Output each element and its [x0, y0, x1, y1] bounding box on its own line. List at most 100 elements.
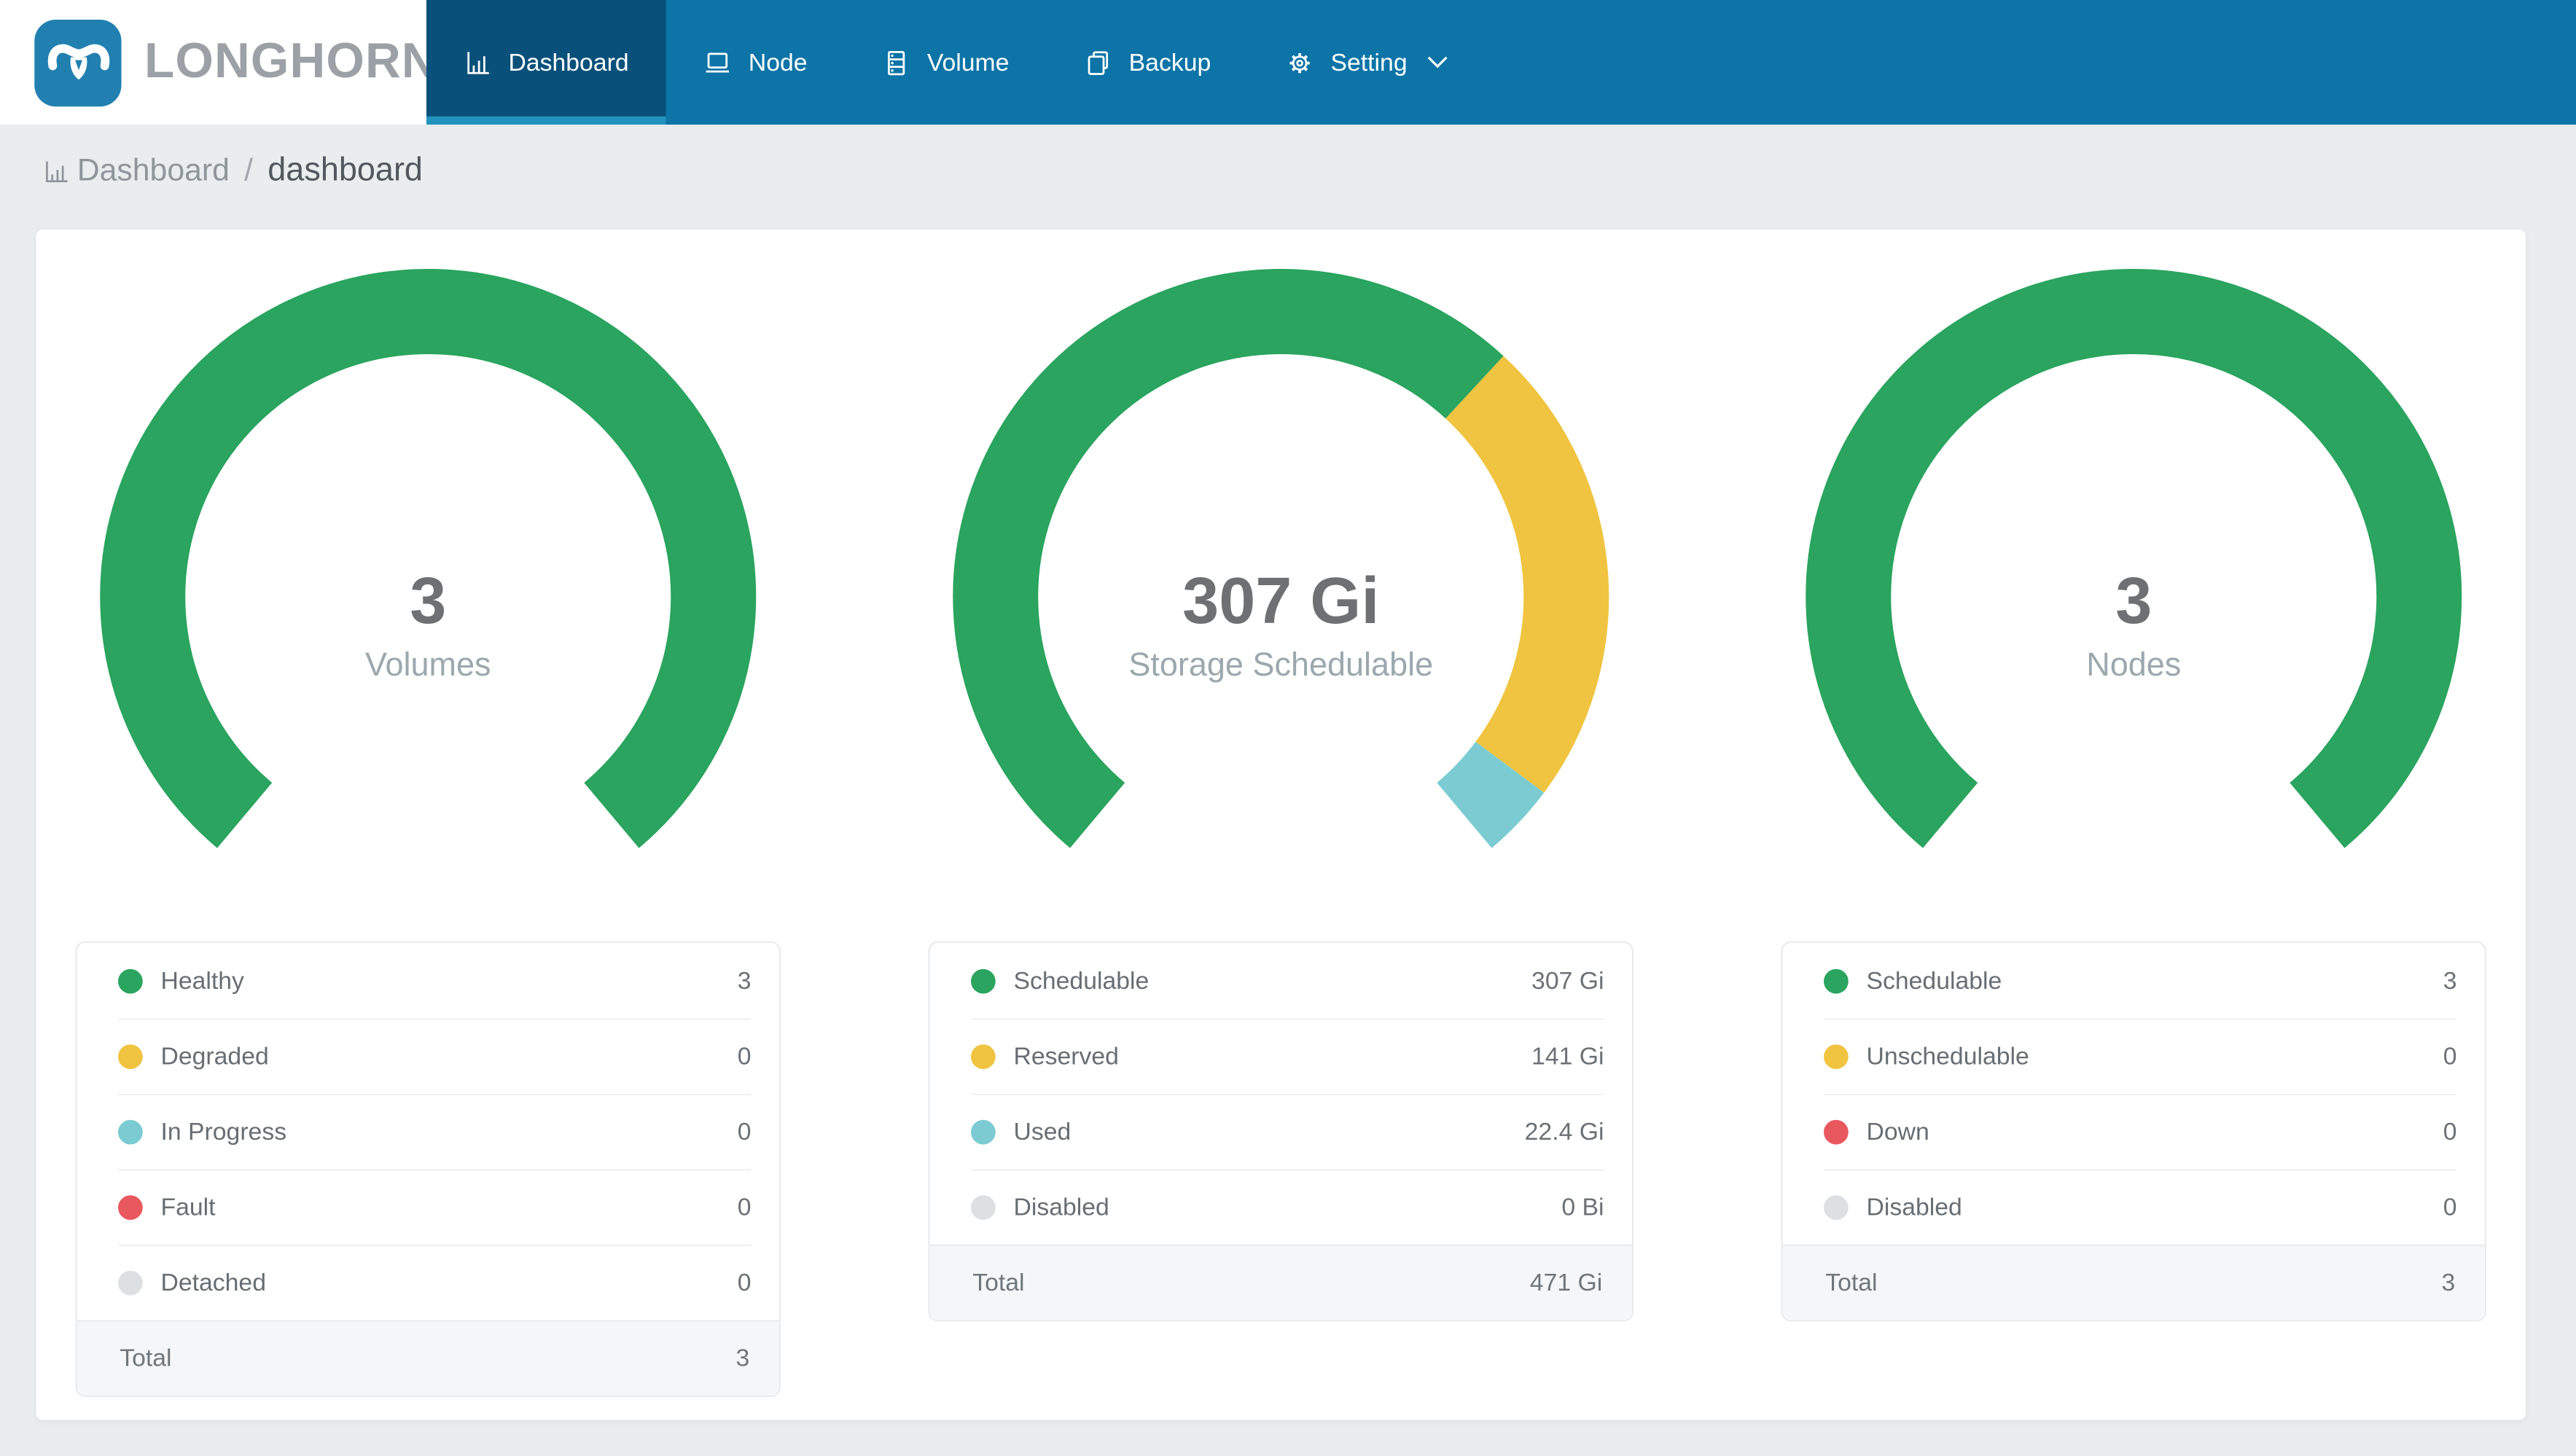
dashboard-card: 3 Volumes Healthy 3 Degraded 0 In Progress 0 F…: [36, 230, 2526, 1420]
status-dot-icon: [118, 1270, 143, 1296]
legend-value: 0: [2443, 1118, 2457, 1146]
legend-value: 141 Gi: [1531, 1043, 1604, 1071]
main-nav: Dashboard Node Volume Backup Setting: [426, 0, 1486, 125]
legend-label: Fault: [160, 1194, 216, 1222]
volumes-count: 3: [410, 565, 447, 638]
status-dot-icon: [1824, 1195, 1849, 1220]
legend-label: Disabled: [1866, 1194, 1962, 1222]
status-dot-icon: [971, 1044, 996, 1069]
legend-value: 0 Bi: [1561, 1194, 1604, 1222]
nav-item-label: Dashboard: [508, 48, 629, 77]
legend-label: Disabled: [1013, 1194, 1109, 1222]
legend-value: 307 Gi: [1531, 966, 1604, 995]
status-dot-icon: [118, 1044, 143, 1069]
nav-item-setting[interactable]: Setting: [1249, 0, 1486, 125]
nav-item-label: Setting: [1330, 48, 1408, 77]
status-dot-icon: [118, 1195, 143, 1220]
status-dot-icon: [118, 1119, 143, 1145]
legend-label: Used: [1013, 1118, 1072, 1146]
chevron-down-icon: [1427, 56, 1448, 69]
status-dot-icon: [1824, 968, 1849, 993]
legend-total-row: Total 3: [1782, 1244, 2485, 1320]
storage-legend-table: Schedulable 307 Gi Reserved 141 Gi Used 22.4 …: [928, 941, 1634, 1322]
legend-label: In Progress: [160, 1118, 287, 1146]
brand-logo[interactable]: LONGHORN: [0, 0, 437, 125]
legend-value: 3: [737, 966, 752, 995]
laptop-icon: [704, 48, 732, 76]
bar-chart-icon: [43, 157, 71, 185]
legend-row: In Progress 0: [118, 1093, 752, 1170]
breadcrumb-section[interactable]: Dashboard: [77, 153, 230, 189]
legend-row: Disabled 0 Bi: [971, 1169, 1604, 1245]
legend-label: Reserved: [1013, 1043, 1119, 1071]
volumes-column: 3 Volumes Healthy 3 Degraded 0 In Progress 0 F…: [75, 266, 781, 1420]
nav-item-label: Backup: [1128, 48, 1211, 77]
legend-row: Schedulable 3: [1824, 943, 2457, 1019]
brand-name: LONGHORN: [144, 34, 438, 89]
status-dot-icon: [971, 1119, 996, 1145]
status-dot-icon: [971, 968, 996, 993]
legend-row: Healthy 3: [118, 943, 752, 1019]
storage-gauge: 307 Gi Storage Schedulable: [950, 266, 1612, 928]
storage-column: 307 Gi Storage Schedulable Schedulable 30…: [928, 266, 1634, 1420]
nav-item-backup[interactable]: Backup: [1047, 0, 1249, 125]
bar-chart-icon: [464, 48, 492, 76]
legend-total-row: Total 471 Gi: [929, 1244, 1632, 1320]
nav-item-label: Volume: [926, 48, 1010, 77]
breadcrumb: Dashboard / dashboard: [43, 152, 2576, 190]
legend-value: 0: [737, 1269, 752, 1297]
legend-label: Schedulable: [1013, 966, 1150, 995]
gauge-arc-segment: [100, 269, 757, 848]
legend-value: 0: [2443, 1194, 2457, 1222]
status-dot-icon: [1824, 1119, 1849, 1145]
nodes-column: 3 Nodes Schedulable 3 Unschedulable 0 Down 0 D…: [1781, 266, 2486, 1420]
legend-value: 0: [2443, 1043, 2457, 1071]
gear-icon: [1287, 48, 1314, 76]
legend-row: Disabled 0: [1824, 1169, 2457, 1245]
storage-gauge-title: Storage Schedulable: [1128, 647, 1434, 684]
legend-label: Unschedulable: [1866, 1043, 2029, 1071]
nodes-gauge: 3 Nodes: [1803, 266, 2465, 928]
volumes-gauge: 3 Volumes: [97, 266, 760, 928]
status-dot-icon: [118, 968, 143, 993]
volumes-gauge-title: Volumes: [364, 647, 491, 684]
breadcrumb-separator: /: [244, 153, 254, 188]
database-icon: [883, 48, 910, 76]
legend-label: Degraded: [160, 1043, 269, 1071]
status-dot-icon: [971, 1195, 996, 1220]
legend-value: 0: [737, 1118, 752, 1146]
legend-row: Down 0: [1824, 1093, 2457, 1170]
legend-total-row: Total 3: [77, 1320, 779, 1396]
nodes-gauge-title: Nodes: [2086, 647, 2182, 684]
gauge-arc-segment: [1806, 269, 2462, 848]
legend-label: Down: [1866, 1118, 1929, 1146]
longhorn-bull-icon: [34, 18, 122, 106]
nodes-count: 3: [2115, 565, 2152, 638]
status-dot-icon: [1824, 1044, 1849, 1069]
legend-row: Degraded 0: [118, 1018, 752, 1094]
longhorn-dashboard-app: LONGHORN Dashboard Node Volume Backup Se…: [0, 0, 2576, 1456]
nav-item-dashboard[interactable]: Dashboard: [426, 0, 667, 125]
legend-label: Schedulable: [1866, 966, 2002, 995]
legend-row: Schedulable 307 Gi: [971, 943, 1604, 1019]
legend-value: 0: [737, 1194, 752, 1222]
gauge-arc-segment: [1436, 741, 1545, 848]
storage-schedulable-value: 307 Gi: [1182, 565, 1380, 638]
legend-value: 22.4 Gi: [1524, 1118, 1604, 1146]
nav-item-label: Node: [748, 48, 808, 77]
nav-item-volume[interactable]: Volume: [845, 0, 1047, 125]
legend-row: Used 22.4 Gi: [971, 1093, 1604, 1170]
nav-item-node[interactable]: Node: [666, 0, 845, 125]
gauge-arc-segment: [953, 269, 1504, 848]
top-navbar: LONGHORN Dashboard Node Volume Backup Se…: [0, 0, 2576, 125]
legend-label: Detached: [160, 1269, 266, 1297]
legend-row: Fault 0: [118, 1169, 752, 1245]
copy-icon: [1085, 48, 1112, 76]
legend-value: 3: [2443, 966, 2457, 995]
legend-row: Reserved 141 Gi: [971, 1018, 1604, 1094]
volumes-legend-table: Healthy 3 Degraded 0 In Progress 0 Fault 0 Detac…: [75, 941, 781, 1397]
legend-row: Detached 0: [118, 1244, 752, 1320]
breadcrumb-current-page: dashboard: [268, 152, 423, 189]
nodes-legend-table: Schedulable 3 Unschedulable 0 Down 0 Disabled 0…: [1781, 941, 2486, 1322]
legend-row: Unschedulable 0: [1824, 1018, 2457, 1094]
